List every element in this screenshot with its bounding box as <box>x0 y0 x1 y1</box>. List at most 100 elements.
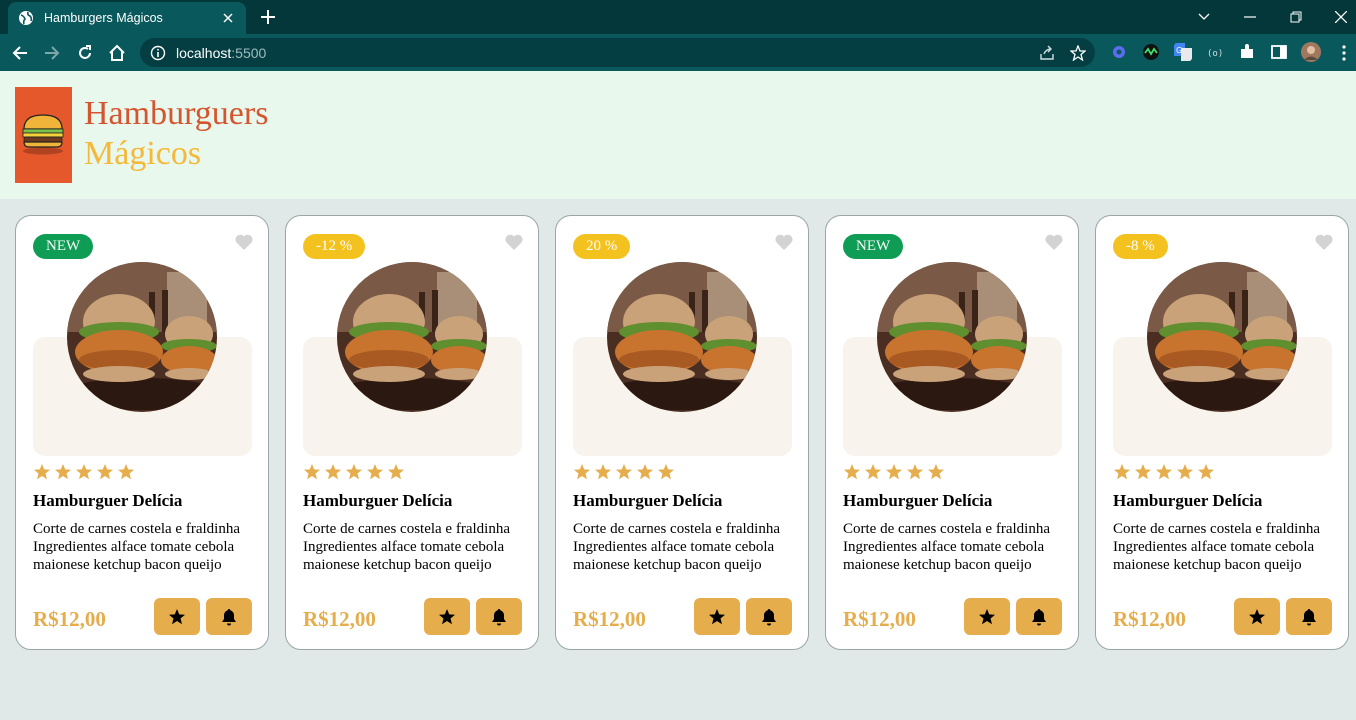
rating-stars <box>843 463 945 481</box>
bell-icon <box>492 608 506 625</box>
bell-icon <box>1032 608 1046 625</box>
rating-star-icon <box>1177 464 1193 480</box>
rating-star-icon <box>346 464 362 480</box>
rating-star-icon <box>304 464 320 480</box>
svg-text:G: G <box>1176 46 1182 55</box>
browser-tab[interactable]: Hamburgers Mágicos <box>8 2 246 34</box>
notify-button[interactable] <box>476 598 522 635</box>
notify-button[interactable] <box>746 598 792 635</box>
url-text: localhost:5500 <box>176 45 266 61</box>
product-price: R$12,00 <box>843 607 916 631</box>
bookmark-star-icon[interactable] <box>1069 44 1087 62</box>
bell-icon <box>762 608 776 625</box>
favorite-button[interactable] <box>964 598 1010 635</box>
heart-icon[interactable] <box>504 232 524 252</box>
close-tab-icon[interactable] <box>220 10 236 26</box>
rating-star-icon <box>658 464 674 480</box>
browser-tab-strip: Hamburgers Mágicos <box>0 0 1356 34</box>
star-icon <box>439 608 455 624</box>
burger-photo <box>877 262 1027 412</box>
back-arrow-icon[interactable] <box>9 42 31 64</box>
new-tab-button[interactable] <box>258 7 278 27</box>
product-card: NEW Hamburguer Delícia Corte de carnes c… <box>825 215 1079 650</box>
notify-button[interactable] <box>206 598 252 635</box>
product-cut: Corte de carnes costela e fraldinha <box>33 521 240 537</box>
rating-star-icon <box>595 464 611 480</box>
product-price: R$12,00 <box>303 607 376 631</box>
share-icon[interactable] <box>1038 44 1056 62</box>
product-ingredients: Ingredientes alface tomate cebola maione… <box>1113 539 1315 573</box>
product-ingredients: Ingredientes alface tomate cebola maione… <box>33 539 235 573</box>
product-badge: -12 % <box>303 234 366 259</box>
forward-arrow-icon[interactable] <box>41 42 63 64</box>
heart-icon[interactable] <box>774 232 794 252</box>
product-description: Corte de carnes costela e fraldinha Ingr… <box>303 520 528 574</box>
product-ingredients: Ingredientes alface tomate cebola maione… <box>303 539 505 573</box>
bell-icon <box>1302 608 1316 625</box>
extension-broadcast-icon[interactable]: (o) <box>1206 43 1224 61</box>
close-window-icon[interactable] <box>1330 6 1352 28</box>
star-icon <box>169 608 185 624</box>
product-card: -12 % Hamburguer Delícia Corte de carnes… <box>285 215 539 650</box>
product-ingredients: Ingredientes alface tomate cebola maione… <box>843 539 1045 573</box>
product-price: R$12,00 <box>573 607 646 631</box>
product-name: Hamburguer Delícia <box>843 491 993 510</box>
bell-icon <box>222 608 236 625</box>
notify-button[interactable] <box>1286 598 1332 635</box>
tab-search-icon[interactable] <box>1193 6 1215 28</box>
extensions-puzzle-icon[interactable] <box>1238 43 1256 61</box>
rating-star-icon <box>118 464 134 480</box>
minimize-icon[interactable] <box>1239 6 1261 28</box>
extension-translate-icon[interactable]: G <box>1174 43 1192 61</box>
home-icon[interactable] <box>106 42 128 64</box>
restore-icon[interactable] <box>1285 6 1307 28</box>
rating-star-icon <box>1156 464 1172 480</box>
notify-button[interactable] <box>1016 598 1062 635</box>
favorite-button[interactable] <box>1234 598 1280 635</box>
rating-star-icon <box>1114 464 1130 480</box>
star-icon <box>979 608 995 624</box>
product-cut: Corte de carnes costela e fraldinha <box>303 521 510 537</box>
site-info-icon[interactable] <box>150 45 166 61</box>
profile-avatar[interactable] <box>1301 42 1321 62</box>
rating-stars <box>33 463 135 481</box>
browser-menu-icon[interactable] <box>1333 42 1355 64</box>
rating-star-icon <box>907 464 923 480</box>
product-card: -8 % Hamburguer Delícia Corte de carnes … <box>1095 215 1349 650</box>
rating-star-icon <box>574 464 590 480</box>
product-card: NEW Hamburguer Delícia Corte de carnes c… <box>15 215 269 650</box>
rating-star-icon <box>928 464 944 480</box>
reload-icon[interactable] <box>74 42 96 64</box>
star-icon <box>1249 608 1265 624</box>
address-bar[interactable]: localhost:5500 <box>140 38 1095 67</box>
extension-gear-icon[interactable] <box>1110 43 1128 61</box>
logo[interactable] <box>15 87 72 183</box>
svg-text:(o): (o) <box>1207 49 1223 59</box>
heart-icon[interactable] <box>1314 232 1334 252</box>
tab-title: Hamburgers Mágicos <box>44 11 163 25</box>
favorite-button[interactable] <box>694 598 740 635</box>
browser-toolbar: localhost:5500 G (o) <box>0 34 1356 71</box>
rating-star-icon <box>844 464 860 480</box>
product-description: Corte de carnes costela e fraldinha Ingr… <box>573 520 798 574</box>
rating-star-icon <box>55 464 71 480</box>
burger-photo <box>337 262 487 412</box>
rating-stars <box>573 463 675 481</box>
heart-icon[interactable] <box>1044 232 1064 252</box>
product-image <box>607 262 757 412</box>
favorite-button[interactable] <box>424 598 470 635</box>
favorite-button[interactable] <box>154 598 200 635</box>
rating-star-icon <box>886 464 902 480</box>
side-panel-icon[interactable] <box>1270 43 1288 61</box>
product-name: Hamburguer Delícia <box>1113 491 1263 510</box>
rating-star-icon <box>616 464 632 480</box>
burger-photo <box>1147 262 1297 412</box>
site-header: Hamburguers Mágicos <box>0 71 1356 199</box>
rating-star-icon <box>1198 464 1214 480</box>
heart-icon[interactable] <box>234 232 254 252</box>
extension-monitor-icon[interactable] <box>1142 43 1160 61</box>
product-image <box>877 262 1027 412</box>
product-description: Corte de carnes costela e fraldinha Ingr… <box>33 520 258 574</box>
url-port: :5500 <box>231 44 267 61</box>
product-ingredients: Ingredientes alface tomate cebola maione… <box>573 539 775 573</box>
